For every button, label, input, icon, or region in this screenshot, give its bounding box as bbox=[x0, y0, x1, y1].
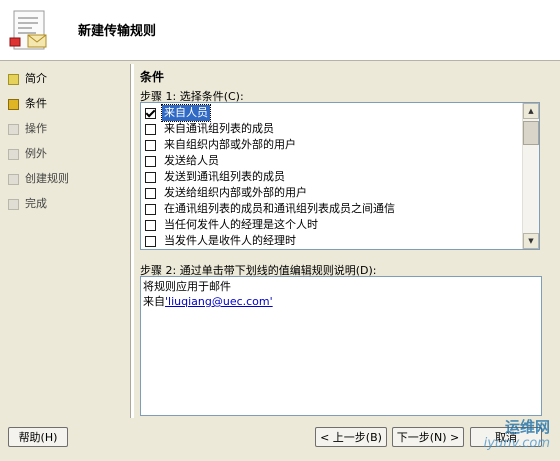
conditions-scrollbar[interactable]: ▲ ▼ bbox=[522, 103, 539, 249]
page-title: 新建传输规则 bbox=[78, 24, 157, 39]
nav-step-label: 简介 bbox=[25, 72, 47, 85]
condition-checkbox[interactable] bbox=[145, 203, 156, 215]
nav-step-label: 条件 bbox=[25, 97, 47, 110]
condition-label: 当任何发件人的经理是这个人时 bbox=[164, 218, 318, 231]
condition-checkbox[interactable] bbox=[145, 155, 156, 167]
nav-step-finish[interactable]: 完成 bbox=[8, 196, 47, 212]
step-status-icon bbox=[8, 198, 19, 210]
nav-step-label: 完成 bbox=[25, 197, 47, 210]
sender-address-link[interactable]: 'liuqiang@uec.com' bbox=[165, 295, 273, 308]
step-status-icon bbox=[8, 173, 19, 185]
description-line: 将规则应用于邮件 bbox=[143, 280, 231, 293]
conditions-listbox[interactable]: 来自人员 来自通讯组列表的成员来自组织内部或外部的用户 发送给人员发送到通讯组列表的… bbox=[140, 102, 540, 250]
condition-row[interactable]: 发送给人员 bbox=[141, 153, 521, 169]
watermark-url: iyunv.com bbox=[483, 436, 550, 451]
nav-step-label: 创建规则 bbox=[25, 172, 69, 185]
condition-row[interactable]: 来自组织内部或外部的用户 bbox=[141, 137, 521, 153]
condition-checkbox[interactable] bbox=[145, 123, 156, 135]
condition-row[interactable]: 来自人员 bbox=[141, 104, 521, 122]
nav-step-conditions[interactable]: 条件 bbox=[8, 96, 47, 112]
condition-row[interactable]: 发送给组织内部或外部的用户 bbox=[141, 185, 521, 201]
condition-row[interactable]: 当任何发件人的经理是这个人时 bbox=[141, 217, 521, 233]
condition-checkbox[interactable] bbox=[145, 171, 156, 183]
condition-label: 发送给人员 bbox=[164, 154, 219, 167]
step-status-icon bbox=[8, 148, 19, 160]
content-divider bbox=[130, 64, 134, 418]
condition-row[interactable]: 发送到通讯组列表的成员 bbox=[141, 169, 521, 185]
condition-label: 在通讯组列表的成员和通讯组列表成员之间通信 bbox=[164, 202, 395, 215]
step-status-icon bbox=[8, 123, 19, 135]
condition-checkbox[interactable] bbox=[145, 107, 156, 119]
step-status-icon bbox=[8, 98, 19, 110]
condition-label: 来自人员 bbox=[161, 104, 211, 122]
scroll-down-icon[interactable]: ▼ bbox=[523, 233, 539, 249]
condition-checkbox[interactable] bbox=[145, 139, 156, 151]
nav-step-exceptions[interactable]: 例外 bbox=[8, 146, 47, 162]
nav-step-label: 操作 bbox=[25, 122, 47, 135]
condition-row[interactable]: 如果发件人和收件人的 AD 属性是这种 bbox=[141, 249, 521, 250]
condition-checkbox[interactable] bbox=[145, 219, 156, 231]
condition-label: 发送到通讯组列表的成员 bbox=[164, 170, 285, 183]
nav-step-create-rule[interactable]: 创建规则 bbox=[8, 171, 69, 187]
help-button[interactable]: 帮助(H) bbox=[8, 427, 68, 447]
rule-description-box[interactable]: 将规则应用于邮件 来自'liuqiang@uec.com' bbox=[140, 276, 542, 416]
site-watermark: 运维网 iyunv.com bbox=[476, 414, 554, 456]
section-title: 条件 bbox=[140, 70, 165, 84]
condition-label: 当发件人是收件人的经理时 bbox=[164, 234, 296, 247]
condition-row[interactable]: 当发件人是收件人的经理时 bbox=[141, 233, 521, 249]
scroll-up-icon[interactable]: ▲ bbox=[523, 103, 539, 119]
back-button[interactable]: < 上一步(B) bbox=[315, 427, 387, 447]
watermark-name: 运维网 bbox=[504, 418, 550, 436]
conditions-list: 来自人员 来自通讯组列表的成员来自组织内部或外部的用户 发送给人员发送到通讯组列表的… bbox=[141, 104, 521, 250]
step-status-icon bbox=[8, 73, 19, 85]
condition-label: 如果发件人和收件人的 AD 属性是这种 bbox=[162, 249, 354, 250]
description-line-from: 来自'liuqiang@uec.com' bbox=[143, 293, 273, 309]
nav-step-actions[interactable]: 操作 bbox=[8, 121, 47, 137]
condition-row[interactable]: 在通讯组列表的成员和通讯组列表成员之间通信 bbox=[141, 201, 521, 217]
condition-checkbox[interactable] bbox=[145, 187, 156, 199]
condition-checkbox[interactable] bbox=[145, 235, 156, 247]
wizard-steps-nav: 简介 条件 操作 例外 创建规则 完成 bbox=[0, 61, 128, 421]
scroll-thumb[interactable] bbox=[523, 121, 539, 145]
condition-label: 发送给组织内部或外部的用户 bbox=[164, 186, 307, 199]
nav-step-intro[interactable]: 简介 bbox=[8, 71, 47, 87]
description-prefix: 来自 bbox=[143, 295, 165, 308]
next-button[interactable]: 下一步(N) > bbox=[392, 427, 464, 447]
condition-row[interactable]: 来自通讯组列表的成员 bbox=[141, 121, 521, 137]
condition-label: 来自通讯组列表的成员 bbox=[164, 122, 274, 135]
condition-label: 来自组织内部或外部的用户 bbox=[164, 138, 296, 151]
nav-step-label: 例外 bbox=[25, 147, 47, 160]
wizard-document-icon bbox=[9, 10, 47, 50]
wizard-header: 新建传输规则 bbox=[0, 0, 560, 61]
